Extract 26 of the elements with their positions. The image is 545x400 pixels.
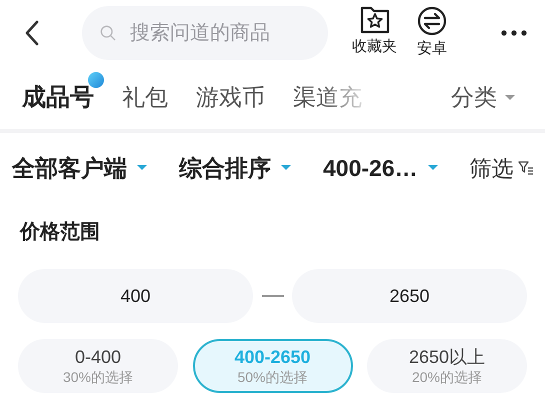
toolbar-button[interactable]: 安卓 xyxy=(417,6,447,60)
filter-dropdown[interactable]: 综合排序 xyxy=(179,150,291,186)
filter-dropdown[interactable]: 全部客户端 xyxy=(12,150,147,186)
section-title: 价格范围 xyxy=(20,220,101,245)
caret-icon xyxy=(137,165,147,171)
swap-arrows-icon xyxy=(417,6,447,36)
search-bar[interactable]: 搜索问道的商品 xyxy=(82,6,328,60)
caret-icon xyxy=(281,165,291,171)
filter-button[interactable]: 筛选 xyxy=(470,152,534,184)
category-tab[interactable]: 成品号 xyxy=(22,80,94,116)
min-price-field[interactable]: 400 xyxy=(18,269,253,323)
folder-star-icon xyxy=(360,6,390,34)
filter-icon xyxy=(518,161,534,175)
caret-icon xyxy=(428,165,438,171)
category-tab[interactable]: 游戏币 xyxy=(196,80,265,115)
price-preset-chip[interactable]: 2650以上 20%的选择 xyxy=(367,339,527,393)
search-input[interactable]: 搜索问道的商品 xyxy=(130,18,310,48)
back-icon[interactable] xyxy=(24,20,40,46)
max-price-field[interactable]: 2650 xyxy=(292,269,527,323)
filter-dropdown[interactable]: 400-26… xyxy=(323,150,438,186)
more-icon[interactable] xyxy=(501,30,527,36)
category-tab[interactable]: 礼包 xyxy=(122,80,168,115)
toolbar-button[interactable]: 收藏夹 xyxy=(352,6,397,60)
category-tab[interactable]: 分类 xyxy=(451,80,515,115)
price-preset-chip[interactable]: 0-400 30%的选择 xyxy=(18,339,178,393)
caret-icon xyxy=(505,94,515,100)
